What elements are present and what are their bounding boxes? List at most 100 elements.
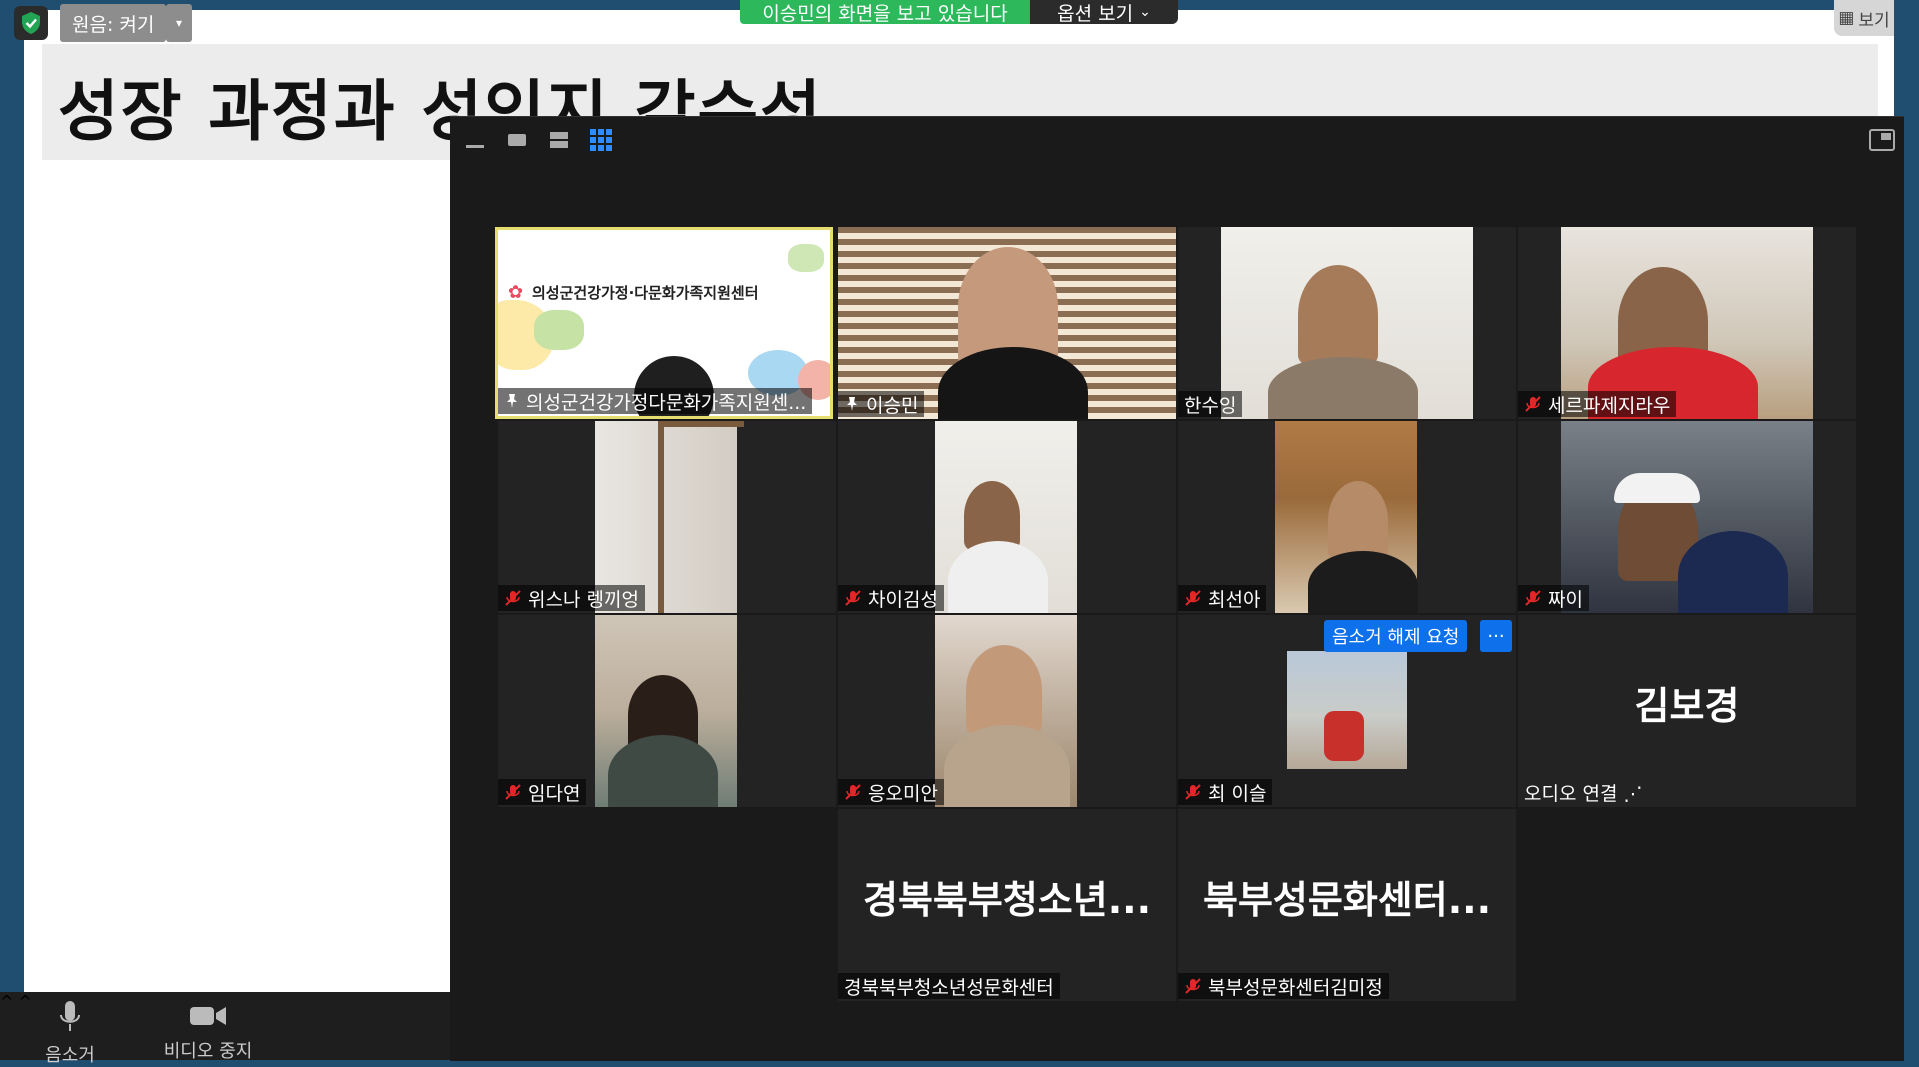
muted-mic-icon	[845, 590, 861, 606]
window-restore-icon	[1869, 129, 1895, 151]
participant-name-label: 응오미안	[838, 779, 944, 805]
single-tile-icon	[508, 134, 526, 146]
muted-mic-icon	[505, 590, 521, 606]
person-silhouette	[1678, 531, 1788, 613]
video-label: 비디오 중지	[163, 1041, 253, 1062]
stop-video-button[interactable]: 비디오 중지	[158, 1000, 258, 1063]
original-sound-dropdown[interactable]: ▾	[166, 4, 192, 42]
microphone-icon	[60, 1001, 80, 1031]
video-options-caret[interactable]: ^	[19, 992, 32, 1011]
more-options-button[interactable]: ···	[1480, 620, 1512, 652]
participant-name: 임다연	[528, 782, 581, 805]
video-camera-icon	[190, 1007, 226, 1025]
participant-name: 이승민	[866, 394, 919, 417]
caret-down-icon: ▾	[175, 16, 183, 30]
gallery-grid-icon	[590, 129, 612, 151]
gallery-view-controls	[462, 127, 614, 153]
muted-mic-icon	[845, 784, 861, 800]
view-options-label: 옵션 보기	[1057, 2, 1134, 25]
video-tile[interactable]: 이승민	[838, 227, 1176, 419]
participant-name: 최 이슬	[1208, 782, 1267, 805]
participant-name-label: 북부성문화센터김미정	[1178, 973, 1389, 999]
shape-decoration	[534, 310, 584, 350]
participant-name: 최선아	[1208, 588, 1261, 611]
participant-name-label: 한수잉	[1178, 391, 1243, 417]
muted-mic-icon	[505, 784, 521, 800]
minimize-icon	[466, 144, 484, 148]
view-label: 보기	[1858, 10, 1890, 31]
muted-mic-icon	[1525, 590, 1541, 606]
person-silhouette	[608, 735, 718, 807]
video-tile[interactable]: 짜이	[1518, 421, 1856, 613]
participant-name-label: 의성군건강가정다문화가족지원센...	[498, 388, 813, 414]
participant-name-label: 최선아	[1178, 585, 1267, 611]
participant-name-label: 오디오 연결 ⋰	[1518, 779, 1648, 805]
muted-mic-icon	[1185, 784, 1201, 800]
participant-display-name: 경북북부청소년...	[862, 878, 1152, 922]
person-silhouette	[1308, 551, 1418, 613]
participant-name: 응오미안	[868, 782, 938, 805]
person-silhouette	[944, 725, 1070, 807]
video-tile[interactable]: 북부성문화센터... 북부성문화센터김미정	[1178, 809, 1516, 1001]
white-cap	[1614, 473, 1700, 503]
video-tile[interactable]: ✿ 의성군건강가정·다문화가족지원센터 의성군건강가정다문화가족지원센...	[495, 227, 833, 419]
video-tile[interactable]: 한수잉	[1178, 227, 1516, 419]
view-button[interactable]: ▦ 보기	[1834, 0, 1894, 36]
security-shield-icon[interactable]	[14, 6, 48, 40]
mute-button[interactable]: 음소거	[36, 1000, 104, 1067]
pin-icon	[507, 394, 517, 408]
shape-decoration	[788, 244, 824, 272]
video-tile[interactable]: 김보경 오디오 연결 ⋰	[1518, 615, 1856, 807]
participant-name-label: 경북북부청소년성문화센터	[838, 973, 1060, 999]
person-silhouette	[1328, 481, 1388, 561]
view-options-button[interactable]: 옵션 보기 ⌄	[1030, 0, 1178, 25]
original-sound-button[interactable]: 원음: 켜기	[60, 4, 167, 42]
video-tile[interactable]: 응오미안	[838, 615, 1176, 807]
participant-name-label: 임다연	[498, 779, 587, 805]
ask-to-unmute-button[interactable]: 음소거 해제 요청	[1324, 620, 1468, 652]
audio-options-caret[interactable]: ^	[0, 992, 13, 1011]
participant-name-label: 짜이	[1518, 585, 1589, 611]
scooter-shape	[1324, 711, 1364, 761]
participant-name: 경북북부청소년성문화센터	[844, 976, 1054, 999]
mute-label: 음소거	[45, 1045, 95, 1066]
participant-display-name: 김보경	[1634, 684, 1740, 728]
gallery-view-button[interactable]	[588, 127, 614, 153]
video-tile[interactable]: 위스나 렝끼엉	[498, 421, 836, 613]
participant-name: 짜이	[1548, 588, 1583, 611]
pin-icon	[847, 397, 857, 411]
participant-name: 세르파제지라우	[1548, 394, 1671, 417]
video-tile[interactable]: 경북북부청소년... 경북북부청소년성문화센터	[838, 809, 1176, 1001]
participant-name-label: 차이김성	[838, 585, 944, 611]
participant-name: 차이김성	[868, 588, 938, 611]
grid-icon: ▦	[1838, 8, 1855, 28]
video-tile[interactable]: 임다연	[498, 615, 836, 807]
participant-name-label: 이승민	[838, 391, 925, 417]
video-tile[interactable]: 최선아	[1178, 421, 1516, 613]
video-tile[interactable]: 차이김성	[838, 421, 1176, 613]
participant-name-label: 위스나 렝끼엉	[498, 585, 645, 611]
speaker-view-icon	[550, 132, 568, 148]
person-silhouette	[948, 541, 1048, 613]
center-logo-text: 의성군건강가정·다문화가족지원센터	[532, 284, 759, 302]
chevron-down-icon: ⌄	[1139, 4, 1151, 20]
participant-name: 한수잉	[1184, 394, 1237, 417]
participant-name: 의성군건강가정다문화가족지원센...	[526, 391, 807, 414]
participant-name-label: 세르파제지라우	[1518, 391, 1677, 417]
speaker-view-button[interactable]	[546, 127, 572, 153]
screen-share-banner: 이승민의 화면을 보고 있습니다	[740, 0, 1030, 24]
person-silhouette	[966, 645, 1042, 735]
door-frame	[658, 421, 744, 613]
video-tile[interactable]: 세르파제지라우	[1518, 227, 1856, 419]
person-silhouette	[1268, 357, 1418, 419]
participant-display-name: 북부성문화센터...	[1202, 878, 1492, 922]
participant-name-label: 최 이슬	[1178, 779, 1273, 805]
hide-video-button[interactable]	[504, 127, 530, 153]
meeting-toolbar: 음소거 ^ 비디오 중지 ^	[0, 992, 452, 1066]
minimize-video-button[interactable]	[462, 127, 488, 153]
muted-mic-icon	[1185, 590, 1201, 606]
participant-name: 오디오 연결 ⋰	[1524, 782, 1643, 805]
muted-mic-icon	[1525, 396, 1541, 412]
person-silhouette	[1298, 265, 1378, 365]
exit-fullscreen-gallery-button[interactable]	[1868, 127, 1896, 153]
